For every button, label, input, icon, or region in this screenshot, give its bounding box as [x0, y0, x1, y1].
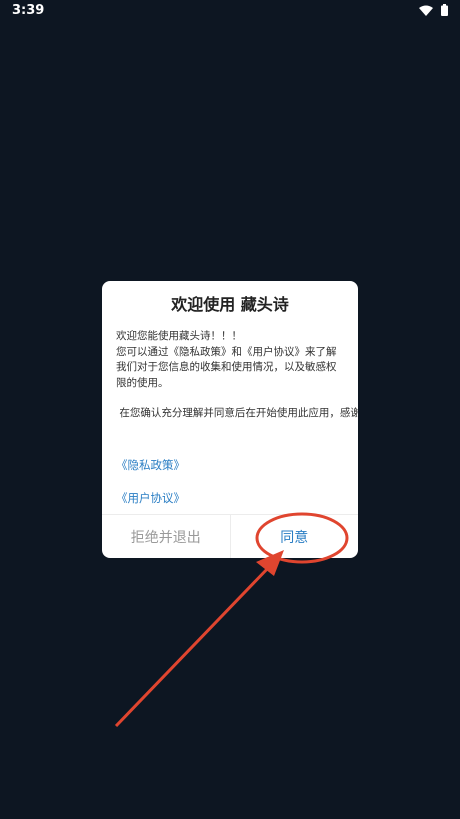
battery-icon: [441, 4, 448, 20]
status-icons: [419, 4, 448, 20]
status-time: 3:39: [12, 3, 45, 18]
status-bar: 3:39: [0, 0, 460, 24]
dialog-title: 欢迎使用 藏头诗: [171, 295, 289, 314]
privacy-dialog: 欢迎使用 藏头诗 欢迎您能使用藏头诗！！！ 您可以通过《隐私政策》和《用户协议》…: [102, 281, 358, 558]
user-agreement-link[interactable]: 《用户协议》: [116, 490, 185, 506]
agree-button[interactable]: 同意: [231, 515, 359, 558]
decline-exit-button[interactable]: 拒绝并退出: [102, 515, 231, 558]
dialog-body: 欢迎您能使用藏头诗！！！ 您可以通过《隐私政策》和《用户协议》来了解我们对于您信…: [116, 329, 358, 422]
annotation-arrow-line: [114, 564, 272, 728]
dialog-buttons: 拒绝并退出 同意: [102, 514, 358, 558]
dialog-body-para1: 欢迎您能使用藏头诗！！！ 您可以通过《隐私政策》和《用户协议》来了解我们对于您信…: [116, 330, 337, 389]
dialog-body-para2: 在您确认充分理解并同意后在开始使用此应用，感谢！: [116, 407, 358, 419]
wifi-icon: [419, 5, 433, 20]
privacy-policy-link[interactable]: 《隐私政策》: [116, 457, 185, 473]
